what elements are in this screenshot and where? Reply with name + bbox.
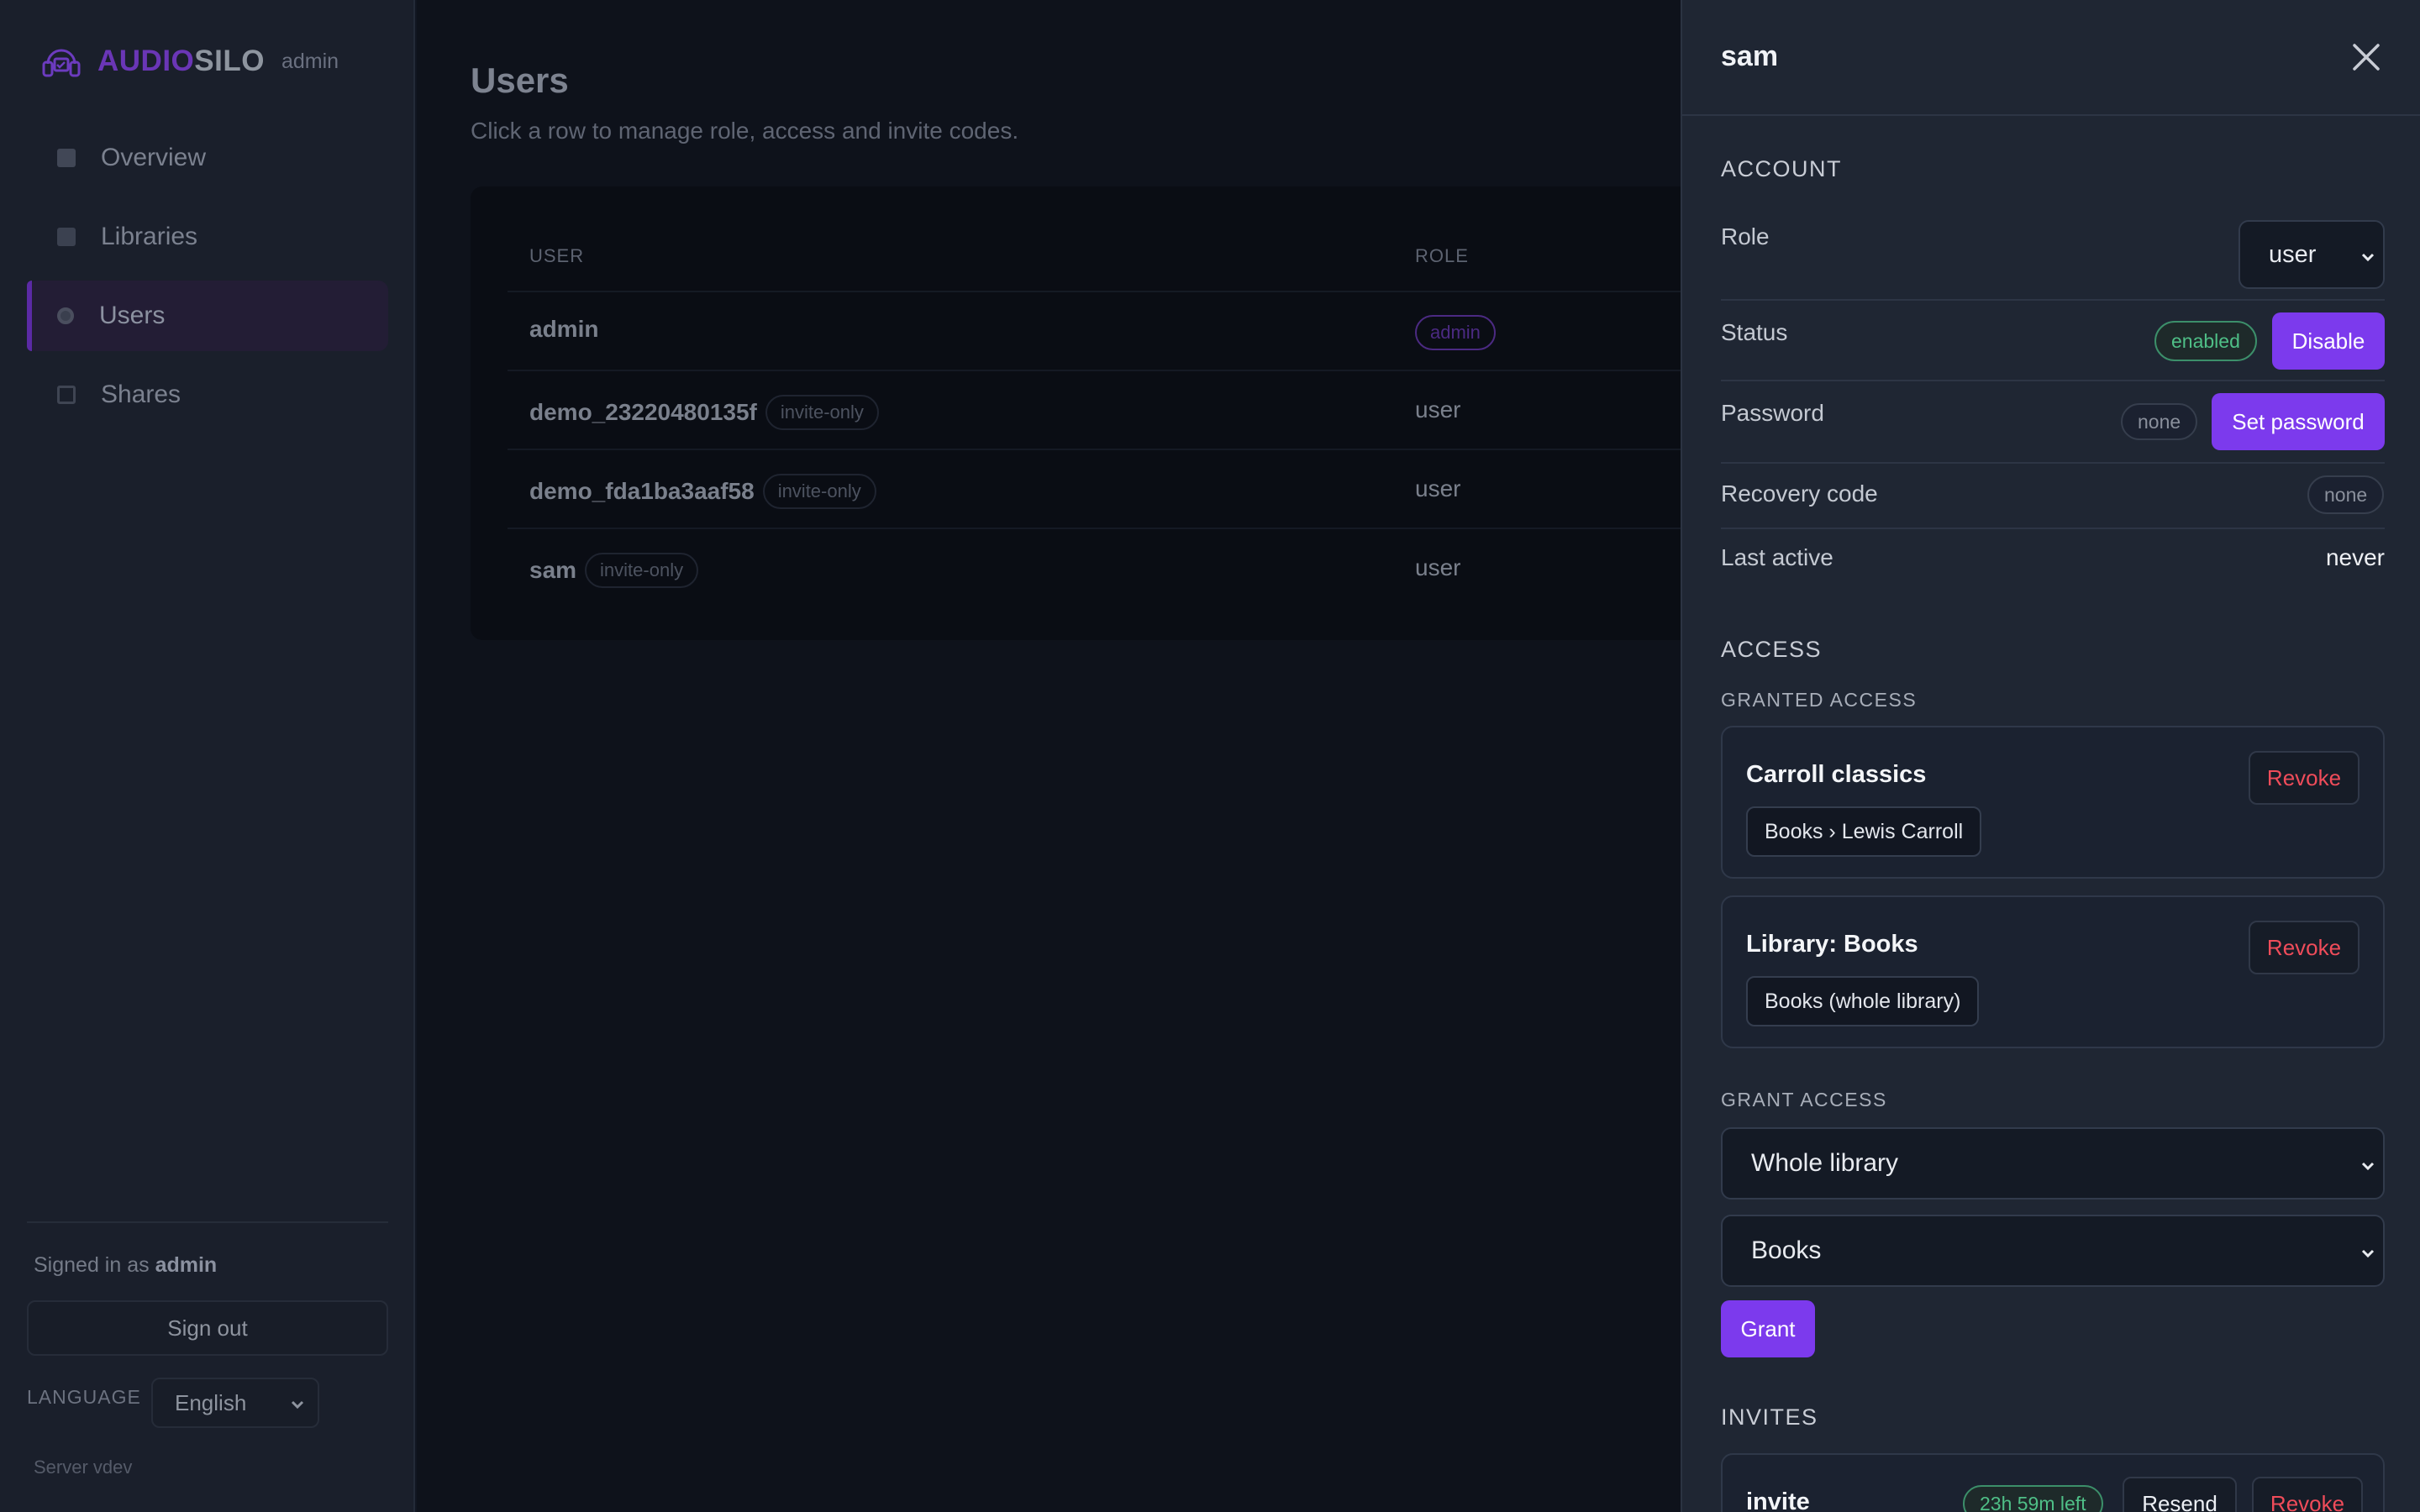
invite-only-tag: invite-only [585, 553, 699, 588]
last-active-row: Last active never [1721, 544, 2385, 586]
users-table: USER ROLE admin admin demo_23220480135f … [471, 186, 1818, 640]
chevron-down-icon [2361, 1162, 2375, 1171]
chevron-down-icon [291, 1400, 304, 1410]
sign-out-button[interactable]: Sign out [27, 1300, 388, 1356]
user-role: user [1415, 396, 1461, 423]
signed-in-user: admin [155, 1253, 218, 1277]
library-icon [57, 228, 76, 246]
sidebar-item-overview[interactable]: Overview [27, 123, 388, 193]
invite-only-tag: invite-only [762, 474, 876, 509]
square-icon [57, 149, 76, 167]
invites-section-title: INVITES [1721, 1404, 1818, 1430]
drawer-title: sam [1721, 40, 1779, 72]
sidebar-item-label: Libraries [101, 223, 198, 250]
sidebar-item-label: Shares [101, 381, 182, 408]
user-name: admin [529, 316, 599, 342]
access-grant-card: Carroll classics Revoke Books › Lewis Ca… [1721, 726, 2385, 879]
user-name: sam [529, 557, 577, 583]
grant-scope-chip: Books (whole library) [1746, 976, 1980, 1026]
resend-invite-button[interactable]: Resend [2123, 1477, 2237, 1512]
grant-button[interactable]: Grant [1721, 1300, 1815, 1357]
invite-expiry-badge: 23h 59m left [1963, 1485, 2103, 1512]
user-detail-drawer: sam ACCOUNT Role user Status enabled Dis… [1681, 0, 2420, 1512]
grant-name: Library: Books [1746, 931, 1918, 958]
grant-scope-select[interactable]: Whole library [1721, 1127, 2385, 1200]
sidebar-item-libraries[interactable]: Libraries [27, 202, 388, 272]
sidebar-item-label: Overview [101, 144, 207, 171]
table-row[interactable]: admin admin [508, 291, 1818, 370]
invite-name: invite [1746, 1488, 1810, 1512]
grant-name: Carroll classics [1746, 761, 1927, 788]
brand-name: AUDIOSILO [97, 45, 265, 77]
revoke-grant-button[interactable]: Revoke [2249, 751, 2360, 805]
role-select[interactable]: user [2238, 220, 2385, 289]
last-active-value: never [2325, 544, 2385, 570]
recovery-row: Recovery code none [1721, 474, 2385, 524]
grant-library-value: Books [1751, 1236, 1822, 1264]
grant-library-select[interactable]: Books [1721, 1215, 2385, 1287]
language-label: LANGUAGE [27, 1386, 141, 1408]
user-role: user [1415, 475, 1461, 501]
revoke-grant-button[interactable]: Revoke [2249, 921, 2360, 974]
headphones-logo-icon [42, 49, 81, 77]
column-header-user: USER [529, 245, 585, 266]
password-row: Password none Set password [1721, 391, 2385, 452]
drawer-header: sam [1682, 0, 2420, 116]
column-header-role: ROLE [1415, 245, 1469, 266]
revoke-invite-button[interactable]: Revoke [2252, 1477, 2363, 1512]
role-select-value: user [2269, 240, 2317, 268]
language-value: English [175, 1389, 247, 1415]
account-section-title: ACCOUNT [1721, 156, 1842, 181]
shares-icon [57, 386, 76, 404]
status-badge: enabled [2154, 321, 2257, 361]
password-badge: none [2121, 403, 2198, 440]
sidebar-item-label: Users [99, 302, 166, 329]
page-title: Users [471, 60, 569, 100]
sidebar: AUDIOSILO admin Overview Libraries Users… [0, 0, 415, 1512]
user-name: demo_fda1ba3aaf58 [529, 478, 755, 504]
access-section-title: ACCESS [1721, 637, 1823, 662]
last-active-label: Last active [1721, 544, 1833, 570]
grant-scope-value: Whole library [1751, 1149, 1899, 1177]
divider [1721, 380, 2385, 381]
set-password-button[interactable]: Set password [2212, 393, 2385, 450]
chevron-down-icon [2361, 1249, 2375, 1258]
granted-access-title: GRANTED ACCESS [1721, 689, 1918, 711]
user-name: demo_23220480135f [529, 399, 757, 425]
disable-button[interactable]: Disable [2272, 312, 2385, 370]
divider [1721, 462, 2385, 464]
recovery-badge: none [2307, 475, 2385, 514]
divider [1721, 528, 2385, 529]
status-row: Status enabled Disable [1721, 311, 2385, 371]
sidebar-footer: Signed in as admin Sign out LANGUAGE Eng… [27, 1221, 388, 1512]
access-grant-card: Library: Books Revoke Books (whole libra… [1721, 895, 2385, 1048]
sidebar-item-users[interactable]: Users [27, 281, 388, 351]
signed-in-text: Signed in as admin [34, 1253, 218, 1277]
brand-role: admin [281, 49, 339, 73]
page-subtitle: Click a row to manage role, access and i… [471, 118, 1019, 144]
grant-scope-chip: Books › Lewis Carroll [1746, 806, 1982, 857]
language-select[interactable]: English [151, 1378, 319, 1428]
invite-card: invite 23h 59m left Resend Revoke [1721, 1453, 2385, 1512]
server-version: Server vdev [34, 1457, 133, 1478]
sidebar-item-shares[interactable]: Shares [27, 360, 388, 430]
sidebar-nav: Overview Libraries Users Shares [27, 123, 388, 438]
status-label: Status [1721, 319, 1788, 345]
table-row[interactable]: demo_fda1ba3aaf58 invite-only user [508, 449, 1818, 528]
grant-access-title: GRANT ACCESS [1721, 1089, 1887, 1110]
close-icon[interactable] [2351, 42, 2381, 72]
password-label: Password [1721, 400, 1824, 426]
invite-only-tag: invite-only [765, 395, 879, 430]
chevron-down-icon [2361, 253, 2375, 262]
role-badge: admin [1415, 315, 1496, 350]
brand[interactable]: AUDIOSILO admin [40, 40, 339, 82]
table-row[interactable]: demo_23220480135f invite-only user [508, 370, 1818, 449]
recovery-label: Recovery code [1721, 480, 1878, 507]
role-row: Role user [1721, 220, 2385, 289]
users-icon [57, 307, 74, 324]
table-row[interactable]: sam invite-only user [508, 528, 1818, 606]
role-label: Role [1721, 223, 1770, 249]
divider [1721, 299, 2385, 301]
user-role: user [1415, 554, 1461, 580]
